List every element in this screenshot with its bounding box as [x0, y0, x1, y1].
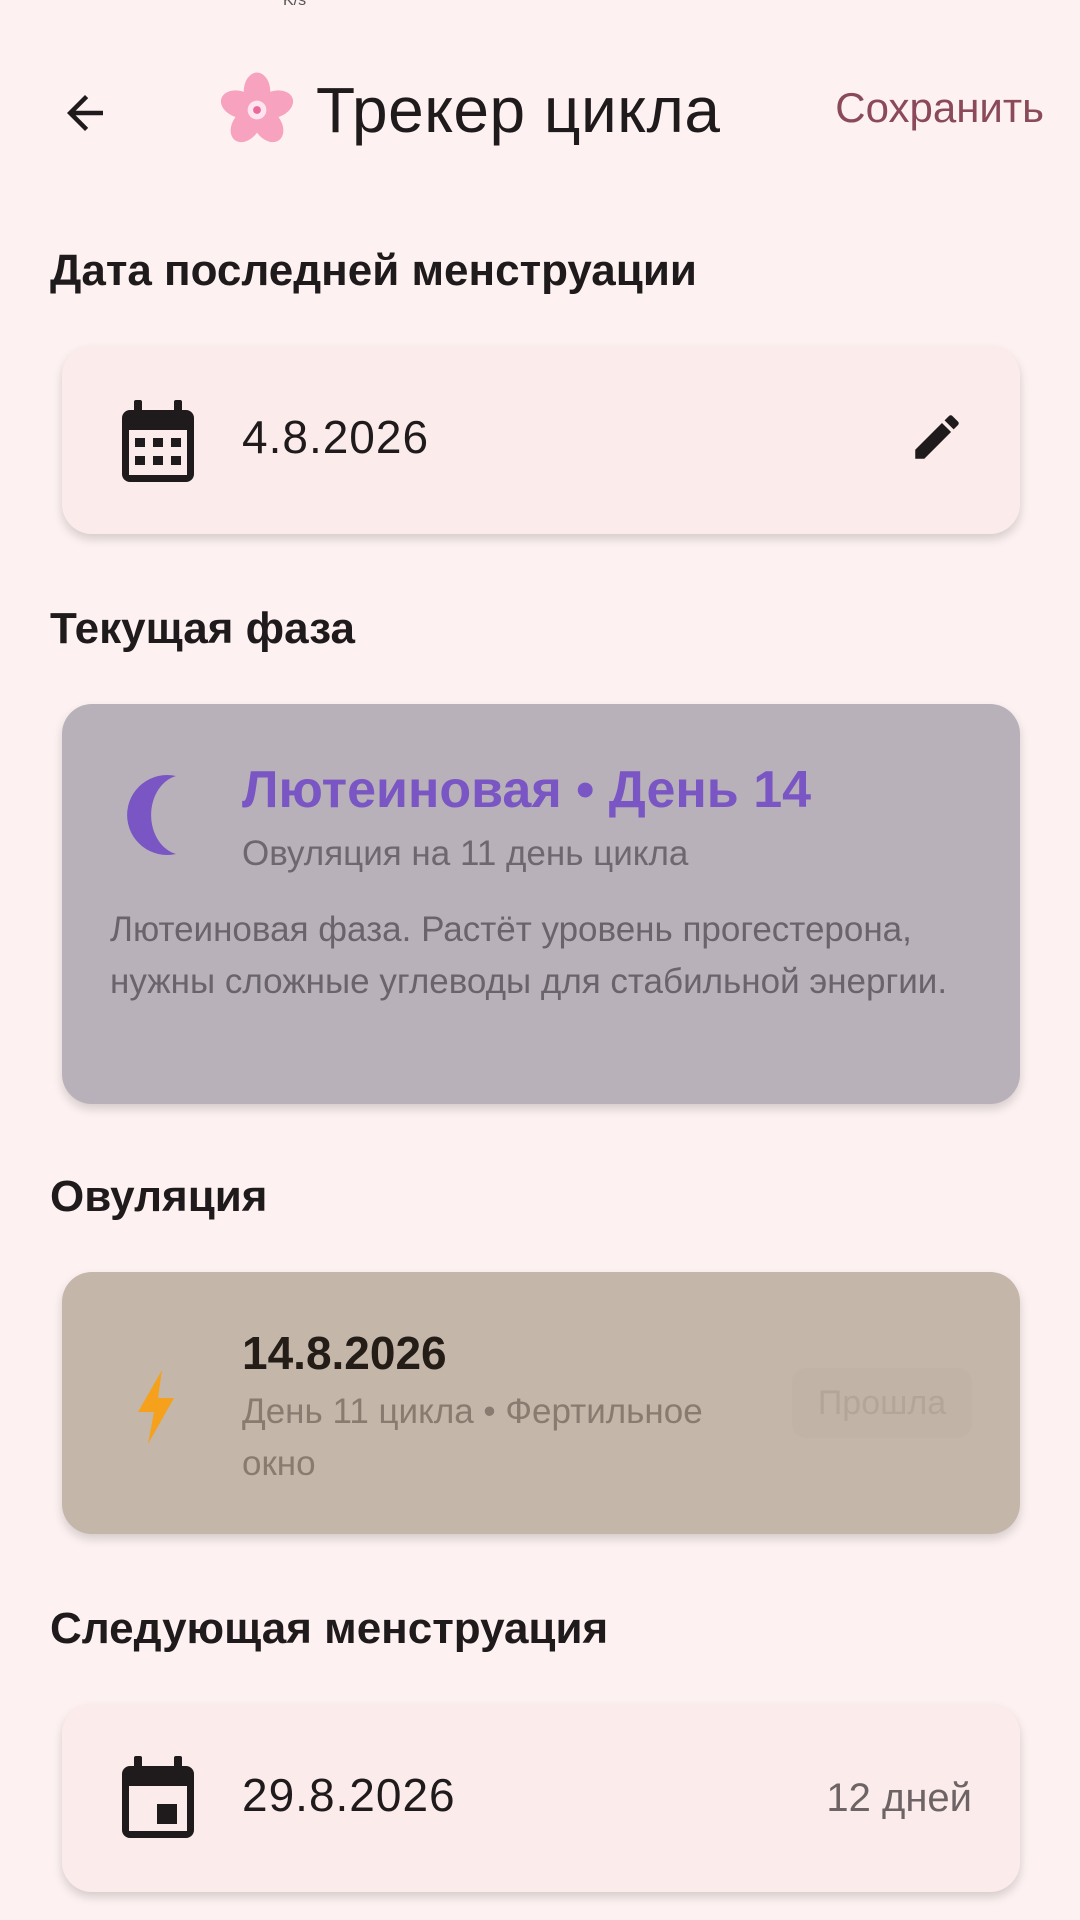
app-title: Трекер цикла [218, 70, 720, 150]
app-bar: Трекер цикла Сохранить [0, 40, 1080, 176]
status-bar-text: K/s [283, 0, 307, 9]
current-phase-heading: Текущая фаза [50, 604, 355, 653]
lightning-icon [134, 1368, 178, 1451]
save-button[interactable]: Сохранить [835, 84, 1044, 132]
next-period-card: 29.8.2026 12 дней [62, 1704, 1020, 1892]
arrow-back-icon[interactable] [50, 78, 120, 148]
phase-subtitle: Овуляция на 11 день цикла [242, 834, 689, 873]
ovulation-heading: Овуляция [50, 1172, 268, 1221]
next-period-heading: Следующая менструация [50, 1604, 609, 1653]
pencil-icon[interactable] [908, 408, 966, 471]
last-period-card[interactable]: 4.8.2026 [62, 346, 1020, 534]
current-phase-card: Лютеиновая • День 14 Овуляция на 11 день… [62, 704, 1020, 1104]
days-left: 12 дней [826, 1776, 972, 1820]
ovulation-subtitle: День 11 цикла • Фертильное окно [242, 1392, 703, 1483]
last-period-heading: Дата последней менструации [50, 246, 697, 295]
phase-description: Лютеиновая фаза. Растёт уровень прогесте… [110, 910, 948, 1001]
moon-icon [124, 772, 190, 863]
last-period-date: 4.8.2026 [242, 411, 430, 463]
ovulation-date: 14.8.2026 [242, 1327, 447, 1379]
page-title: Трекер цикла [316, 74, 721, 146]
phase-title: Лютеиновая • День 14 [242, 761, 812, 819]
calendar-icon [120, 400, 196, 489]
calendar-event-icon [120, 1756, 196, 1845]
next-period-date: 29.8.2026 [242, 1769, 456, 1821]
status-badge: Прошла [792, 1368, 972, 1438]
ovulation-card: 14.8.2026 День 11 цикла • Фертильное окн… [62, 1272, 1020, 1534]
cherry-blossom-icon [220, 72, 294, 143]
